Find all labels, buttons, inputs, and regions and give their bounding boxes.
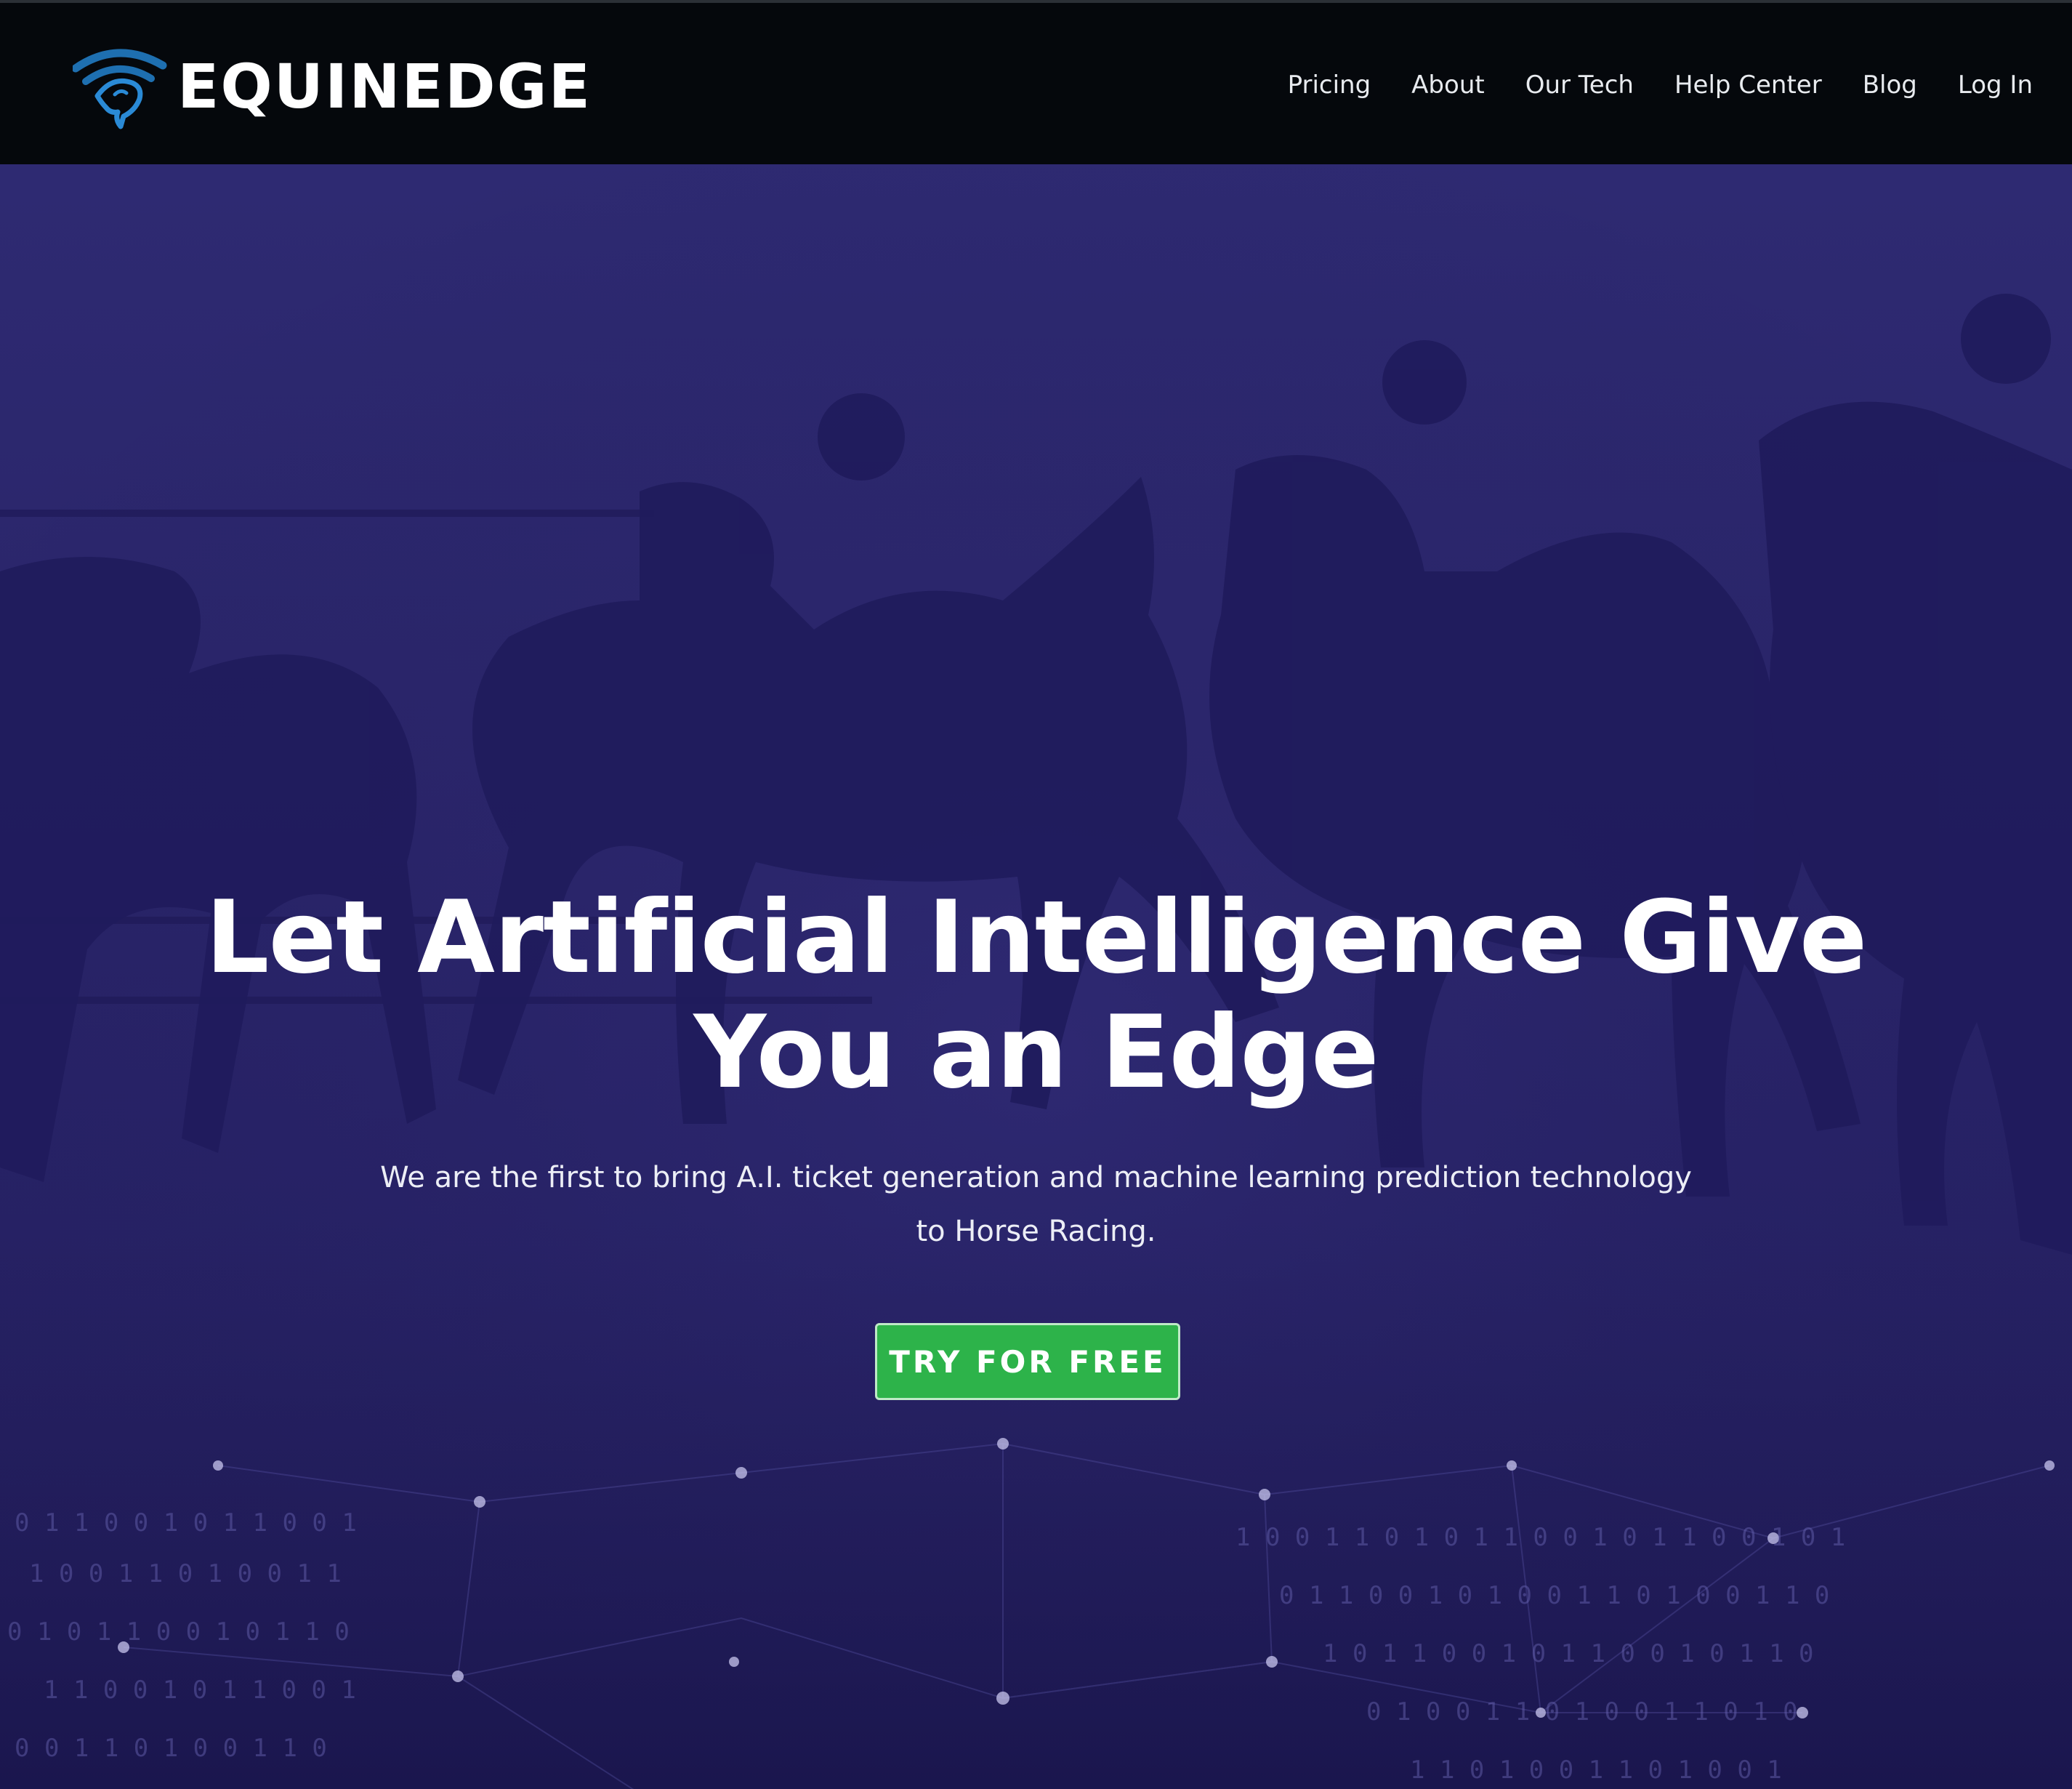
- svg-text:0 1 1 0 0 1 0 1 0 0 1 1 0 1 0: 0 1 1 0 0 1 0 1 0 0 1 1 0 1 0 0 1 1 0: [1279, 1581, 1829, 1610]
- svg-text:0 1 0 0 1 1 0 1 0 0 1 1 0 1 0: 0 1 0 0 1 1 0 1 0 0 1 1 0 1 0: [1366, 1697, 1798, 1726]
- nav-blog[interactable]: Blog: [1863, 67, 1917, 103]
- nav-log-in[interactable]: Log In: [1958, 67, 2033, 103]
- hero-headline: Let Artificial Intelligence Give You an …: [0, 880, 2072, 1110]
- horse-head-signal-icon: [73, 49, 167, 129]
- brand-name: EQUINEDGE: [177, 51, 592, 122]
- brand-logo[interactable]: EQUINEDGE: [73, 44, 592, 129]
- svg-text:0 1 0 1 1 0 0 1 0 1 1 0: 0 1 0 1 1 0 0 1 0 1 1 0: [7, 1617, 350, 1647]
- nav-about[interactable]: About: [1411, 67, 1485, 103]
- try-for-free-button[interactable]: TRY FOR FREE: [875, 1323, 1180, 1400]
- nav-our-tech[interactable]: Our Tech: [1525, 67, 1634, 103]
- site-header: EQUINEDGE Pricing About Our Tech Help Ce…: [0, 0, 2072, 164]
- svg-text:1 1 0 1 0 0 1 1 0 1 0 0 1: 1 1 0 1 0 0 1 1 0 1 0 0 1: [1410, 1756, 1782, 1785]
- svg-text:1 0 0 1 1 0 1 0 1 1 0 0 1 0 1: 1 0 0 1 1 0 1 0 1 1 0 0 1 0 1 1 0 0 1 0 …: [1235, 1523, 1845, 1552]
- svg-text:1 1 0 0 1 0 1 1 0 0 1: 1 1 0 0 1 0 1 1 0 0 1: [44, 1676, 356, 1705]
- svg-text:1 0 0 1 1 0 1 0 0 1 1: 1 0 0 1 1 0 1 0 0 1 1: [29, 1559, 342, 1588]
- landing-page: EQUINEDGE Pricing About Our Tech Help Ce…: [0, 0, 2072, 1789]
- hero-subtext: We are the first to bring A.I. ticket ge…: [380, 1161, 1692, 1248]
- hero-section: 0 1 1 0 0 1 0 1 1 0 0 1 1 0 0 1 1 0 1 0 …: [0, 164, 2072, 1789]
- hero-headline-line1: Let Artificial Intelligence Give: [205, 879, 1868, 996]
- svg-text:1 0 1 1 0 0 1 0 1 1 0 0 1 0 1: 1 0 1 1 0 0 1 0 1 1 0 0 1 0 1 1 0: [1323, 1639, 1814, 1668]
- hero-headline-line2: You an Edge: [693, 994, 1379, 1111]
- nav-help-center[interactable]: Help Center: [1674, 67, 1822, 103]
- main-nav: Pricing About Our Tech Help Center Blog …: [1288, 67, 2033, 103]
- nav-pricing[interactable]: Pricing: [1288, 67, 1371, 103]
- svg-text:0 0 1 1 0 1 0 0 1 1 0: 0 0 1 1 0 1 0 0 1 1 0: [15, 1734, 327, 1763]
- svg-text:0 1 1 0 0 1 0 1 1 0 0 1: 0 1 1 0 0 1 0 1 1 0 0 1: [15, 1508, 357, 1537]
